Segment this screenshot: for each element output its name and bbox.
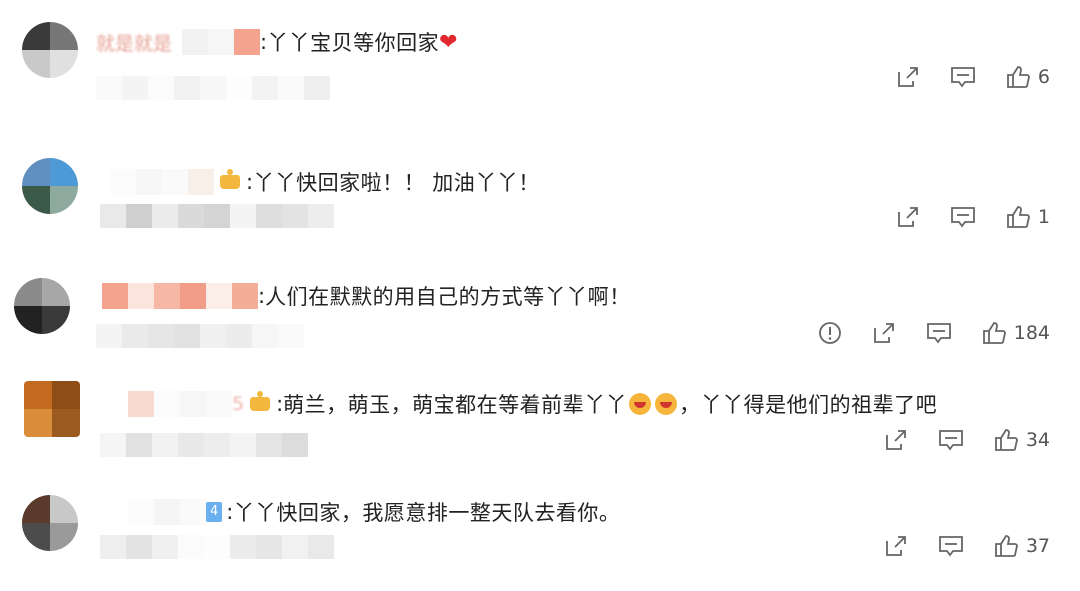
emoji-icon bbox=[629, 393, 652, 415]
comment-header: 就是就是 : 丫丫宝贝等你回家 ❤ bbox=[96, 27, 458, 57]
like-count: 184 bbox=[1013, 322, 1050, 344]
like-count: 37 bbox=[1025, 535, 1050, 557]
comment-meta-blurred bbox=[100, 535, 334, 559]
comment-meta-blurred bbox=[96, 76, 330, 100]
share-button[interactable] bbox=[896, 65, 920, 89]
like-button[interactable]: 37 bbox=[994, 534, 1050, 558]
comment-icon bbox=[951, 207, 975, 228]
comment-actions: 34 bbox=[854, 428, 1050, 452]
comment-meta-blurred bbox=[96, 324, 304, 348]
comment-icon bbox=[938, 430, 963, 451]
comment-actions: 1 bbox=[866, 205, 1050, 229]
crown-icon bbox=[250, 391, 271, 411]
heart-icon: ❤ bbox=[439, 29, 458, 55]
separator: : bbox=[226, 500, 234, 524]
comment-text: 丫丫快回家，我愿意排一整天队去看你。 bbox=[233, 501, 621, 525]
username-mosaic[interactable] bbox=[128, 391, 232, 417]
comment-text: 萌兰，萌玉，萌宝都在等着前辈丫丫 bbox=[283, 393, 628, 417]
avatar[interactable] bbox=[22, 158, 78, 214]
thumbs-up-icon bbox=[994, 429, 1018, 451]
separator: : bbox=[246, 170, 254, 194]
separator: : bbox=[276, 392, 284, 416]
share-icon bbox=[885, 430, 906, 450]
share-button[interactable] bbox=[884, 428, 908, 452]
comment-actions: 37 bbox=[854, 534, 1050, 558]
comment-meta-blurred bbox=[100, 204, 334, 228]
reply-button[interactable] bbox=[926, 321, 952, 345]
share-button[interactable] bbox=[884, 534, 908, 558]
username-mosaic[interactable] bbox=[102, 283, 258, 309]
comment-header: 5 : 萌兰，萌玉，萌宝都在等着前辈丫丫 ，丫丫得是他们的祖辈了吧 bbox=[128, 389, 937, 419]
like-button[interactable]: 6 bbox=[1006, 65, 1050, 89]
like-button[interactable]: 1 bbox=[1006, 205, 1050, 229]
separator: : bbox=[258, 284, 266, 308]
comment-text-continued: ，丫丫得是他们的祖辈了吧 bbox=[679, 393, 938, 417]
comment-actions: 184 bbox=[788, 321, 1050, 345]
comment-meta-blurred bbox=[100, 433, 308, 457]
verified-badge: 4 bbox=[206, 502, 223, 522]
comment-icon bbox=[938, 536, 963, 557]
comment-actions: 6 bbox=[866, 65, 1050, 89]
share-icon bbox=[898, 207, 918, 227]
comment-text: 丫丫快回家啦！！ 加油丫丫！ bbox=[253, 171, 540, 195]
thumbs-up-icon bbox=[1007, 66, 1030, 88]
username-mosaic[interactable] bbox=[128, 499, 206, 525]
reply-button[interactable] bbox=[938, 534, 964, 558]
comment-header: 4 : 丫丫快回家，我愿意排一整天队去看你。 bbox=[128, 497, 620, 527]
username[interactable]: 就是就是 bbox=[96, 29, 172, 56]
comment-text: 人们在默默的用自己的方式等丫丫啊！ bbox=[265, 285, 631, 309]
username-mosaic[interactable] bbox=[110, 169, 214, 195]
comment-header: : 人们在默默的用自己的方式等丫丫啊！ bbox=[102, 281, 631, 311]
reply-button[interactable] bbox=[950, 205, 976, 229]
share-button[interactable] bbox=[872, 321, 896, 345]
like-count: 34 bbox=[1025, 429, 1050, 451]
thumbs-up-icon bbox=[994, 535, 1018, 557]
share-icon bbox=[873, 323, 894, 343]
report-button[interactable] bbox=[818, 321, 842, 345]
like-count: 6 bbox=[1037, 66, 1050, 88]
avatar[interactable] bbox=[14, 278, 70, 334]
comment-icon bbox=[951, 67, 975, 88]
username-mosaic bbox=[182, 29, 261, 55]
thumbs-up-icon bbox=[982, 322, 1006, 344]
comment-header: : 丫丫快回家啦！！ 加油丫丫！ bbox=[110, 167, 540, 197]
comment-icon bbox=[926, 323, 951, 344]
share-icon bbox=[898, 67, 918, 87]
avatar[interactable] bbox=[22, 495, 78, 551]
like-button[interactable]: 34 bbox=[994, 428, 1050, 452]
comment-text: 丫丫宝贝等你回家 bbox=[267, 31, 440, 55]
avatar[interactable] bbox=[24, 381, 80, 437]
crown-icon bbox=[220, 169, 240, 189]
emoji-icon bbox=[655, 393, 678, 415]
share-icon bbox=[885, 536, 906, 556]
like-button[interactable]: 184 bbox=[982, 321, 1050, 345]
reply-button[interactable] bbox=[938, 428, 964, 452]
alert-icon bbox=[818, 322, 841, 344]
like-count: 1 bbox=[1037, 206, 1050, 228]
avatar[interactable] bbox=[22, 22, 78, 78]
share-button[interactable] bbox=[896, 205, 920, 229]
reply-button[interactable] bbox=[950, 65, 976, 89]
separator: : bbox=[260, 30, 268, 54]
username-tail: 5 bbox=[232, 393, 245, 415]
thumbs-up-icon bbox=[1007, 206, 1030, 228]
